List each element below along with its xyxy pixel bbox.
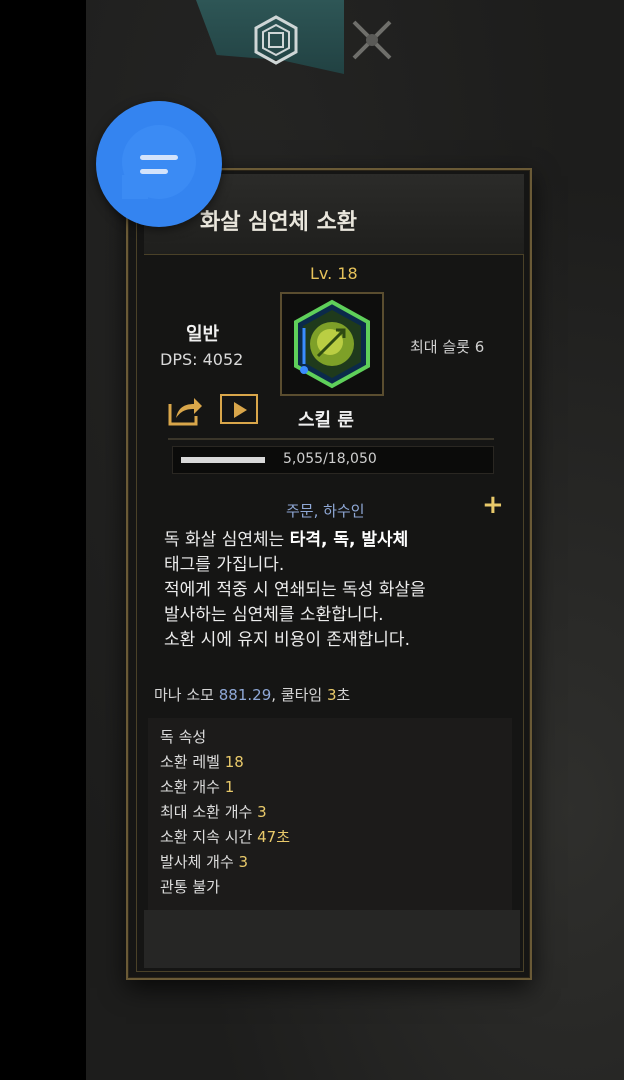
desc-line-1: 독 화살 심연체는 타격, 독, 발사체: [164, 530, 409, 550]
desc-line-5: 소환 시에 유지 비용이 존재합니다.: [164, 630, 410, 650]
chat-bubble-button[interactable]: [96, 101, 222, 227]
stat-row: 소환 개수 1: [160, 778, 235, 796]
scroll-fade: [148, 894, 512, 910]
skill-gem-slot[interactable]: [280, 292, 384, 396]
skill-title: 화살 심연체 소환: [200, 210, 357, 235]
desc-line-4: 발사하는 심연체를 소환합니다.: [164, 605, 384, 625]
mana-value: 881.29: [218, 686, 272, 704]
desc-line-2: 태그를 가집니다.: [164, 555, 285, 575]
poison-arrow-gem-icon: [294, 299, 370, 389]
stat-row: 최대 소환 개수 3: [160, 803, 267, 821]
experience-text: 5,055/18,050: [283, 451, 377, 467]
skill-tooltip-panel: 화살 심연체 소환 Lv. 18 일반 DPS: 4052 최대 슬롯 6 스킬…: [126, 168, 532, 980]
chat-icon-tail: [122, 175, 148, 199]
panel-footer: [144, 910, 520, 968]
stat-row: 독 속성: [160, 728, 207, 746]
divider: [168, 438, 494, 440]
chat-line-icon: [140, 155, 178, 160]
crossed-swords-icon[interactable]: [346, 14, 398, 66]
stat-row: 소환 레벨 18: [160, 753, 244, 771]
stat-row: 소환 지속 시간 47초: [160, 828, 290, 846]
skill-rune-label: 스킬 룬: [298, 410, 354, 431]
experience-bar: 5,055/18,050: [172, 446, 494, 474]
desc-line-3: 적에게 적중 시 연쇄되는 독성 화살을: [164, 580, 426, 600]
max-slot-label: 최대 슬롯 6: [410, 338, 485, 356]
skill-dps: DPS: 4052: [160, 350, 244, 369]
experience-fill: [181, 457, 265, 463]
cooldown-value: 3: [326, 686, 337, 704]
plus-icon[interactable]: +: [482, 490, 504, 520]
play-video-button[interactable]: [220, 394, 258, 424]
chat-line-icon: [140, 169, 168, 174]
share-icon[interactable]: [166, 392, 204, 428]
play-icon: [234, 402, 247, 418]
stat-row: 발사체 개수 3: [160, 853, 249, 871]
skill-description: 독 화살 심연체는 타격, 독, 발사체 태그를 가집니다. 적에게 적중 시 …: [164, 528, 514, 653]
skill-rarity: 일반: [186, 324, 220, 345]
skill-level: Lv. 18: [310, 264, 358, 283]
stats-list[interactable]: 독 속성 소환 레벨 18 소환 개수 1 최대 소환 개수 3 소환 지속 시…: [148, 718, 512, 910]
skill-tags: 주문, 하수인: [286, 502, 365, 520]
mana-cost-line: 마나 소모 881.29, 쿨타임 3초: [154, 686, 351, 704]
rune-emblem-icon[interactable]: [250, 14, 302, 66]
